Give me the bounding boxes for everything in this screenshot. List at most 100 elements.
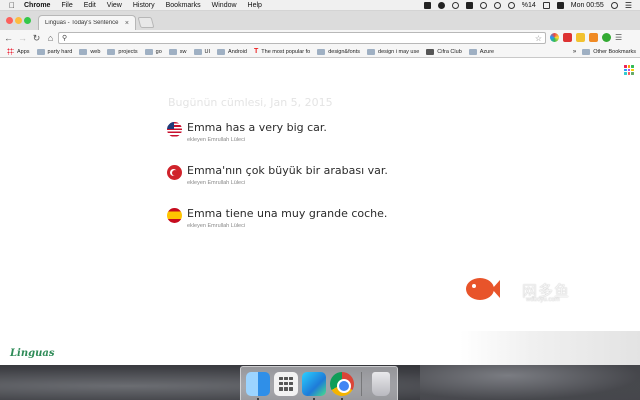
- sentence-english: Emma has a very big car. ekleyen Emrulla…: [167, 121, 327, 143]
- bookmark-item[interactable]: party hard: [36, 48, 72, 55]
- spotlight-icon[interactable]: [610, 1, 618, 9]
- search-icon: ⚲: [62, 35, 68, 42]
- bookmarks-overflow-icon[interactable]: »: [573, 49, 576, 55]
- folder-icon: [144, 48, 153, 55]
- dropbox-icon[interactable]: [423, 1, 431, 9]
- reload-icon[interactable]: ↻: [31, 33, 42, 44]
- extension-red-badge-icon[interactable]: [563, 33, 572, 42]
- bookmark-label: sw: [179, 48, 187, 55]
- bookmark-item[interactable]: sw: [168, 48, 187, 55]
- sentence-author[interactable]: ekleyen Emrullah Lüleci: [187, 137, 327, 143]
- menu-file[interactable]: File: [61, 2, 72, 9]
- folder-icon: [468, 48, 477, 55]
- menu-view[interactable]: View: [107, 2, 122, 9]
- bookmark-item[interactable]: web: [79, 48, 101, 55]
- bookmark-item[interactable]: projects: [107, 48, 138, 55]
- browser-toolbar: ← → ↻ ⌂ ⚲ ☆ ☰: [0, 30, 640, 46]
- volume-icon[interactable]: [507, 1, 515, 9]
- extension-green-icon[interactable]: [602, 33, 611, 42]
- menu-bookmarks[interactable]: Bookmarks: [166, 2, 201, 9]
- new-tab-button[interactable]: [137, 17, 155, 28]
- sentence-turkish: Emma'nın çok büyük bir arabası var. ekle…: [167, 164, 388, 186]
- bookmarks-bar: Apps party hard web projects go sw UI Android T T…: [0, 46, 640, 58]
- folder-icon: [168, 48, 177, 55]
- bluetooth-icon[interactable]: [479, 1, 487, 9]
- notification-center-icon[interactable]: ☰: [625, 1, 632, 10]
- forward-arrow-icon[interactable]: →: [17, 33, 28, 44]
- watermark-overlay: [460, 331, 640, 365]
- bookmark-label: The most popular fo: [261, 48, 311, 55]
- bookmark-item[interactable]: UI: [193, 48, 210, 55]
- flag-icon[interactable]: [556, 1, 564, 9]
- launchpad-icon[interactable]: [274, 371, 298, 396]
- tab-linguas[interactable]: Linguas - Today's Sentence ×: [38, 15, 136, 30]
- bookmark-item[interactable]: T The most popular fo: [254, 48, 310, 55]
- address-input[interactable]: [69, 33, 535, 43]
- tray-square-icon[interactable]: [465, 1, 473, 9]
- window-close-button[interactable]: [6, 17, 13, 24]
- folder-icon: [367, 48, 376, 55]
- extension-icons: ☰: [550, 33, 622, 42]
- home-icon[interactable]: ⌂: [45, 33, 56, 44]
- chrome-icon[interactable]: [330, 371, 354, 400]
- us-flag-icon: [167, 122, 182, 137]
- bookmark-item[interactable]: Cifra Club: [426, 48, 462, 55]
- bookmark-label: web: [90, 48, 101, 55]
- menu-history[interactable]: History: [133, 2, 155, 9]
- extension-rss-icon[interactable]: [589, 33, 598, 42]
- wifi-icon[interactable]: [493, 1, 501, 9]
- watermark-url: wduoyu.com: [526, 297, 560, 303]
- menu-edit[interactable]: Edit: [84, 2, 96, 9]
- bookmark-item[interactable]: Android: [217, 48, 247, 55]
- bookmark-item[interactable]: design i may use: [367, 48, 419, 55]
- macos-menu-bar:  Chrome File Edit View History Bookmark…: [0, 0, 640, 11]
- tab-title: Linguas - Today's Sentence: [45, 20, 119, 26]
- menubar-clock[interactable]: Mon 00:55: [571, 2, 604, 9]
- bookmark-label: Cifra Club: [437, 48, 462, 55]
- sentence-author[interactable]: ekleyen Emrullah Lüleci: [187, 223, 387, 229]
- other-bookmarks-label: Other Bookmarks: [593, 48, 636, 55]
- spain-flag-icon: [167, 208, 182, 223]
- folder-icon: [79, 48, 88, 55]
- window-minimize-button[interactable]: [15, 17, 22, 24]
- address-bar[interactable]: ⚲ ☆: [58, 32, 546, 44]
- time-machine-icon[interactable]: [451, 1, 459, 9]
- tab-close-icon[interactable]: ×: [125, 20, 129, 27]
- bookmark-item[interactable]: go: [144, 48, 162, 55]
- bookmark-label: Android: [228, 48, 247, 55]
- battery-percent[interactable]: %14: [522, 2, 536, 9]
- apple-menu-icon[interactable]: : [6, 1, 18, 10]
- tray-app-icon[interactable]: [437, 1, 445, 9]
- extension-colorwheel-icon[interactable]: [550, 33, 559, 42]
- bookmark-label: Apps: [17, 48, 30, 55]
- app-menu-chrome[interactable]: Chrome: [24, 2, 50, 9]
- other-bookmarks[interactable]: » Other Bookmarks: [573, 48, 636, 55]
- cifra-club-icon: [426, 48, 435, 55]
- back-arrow-icon[interactable]: ←: [3, 33, 14, 44]
- tab-strip: Linguas - Today's Sentence ×: [0, 11, 640, 30]
- fish-logo-icon: [466, 278, 500, 300]
- bookmark-label: design&fonts: [328, 48, 361, 55]
- bookmark-star-icon[interactable]: ☆: [535, 34, 542, 43]
- bookmark-item[interactable]: design&fonts: [317, 48, 361, 55]
- menu-help[interactable]: Help: [248, 2, 262, 9]
- sentence-text: Emma tiene una muy grande coche.: [187, 207, 388, 220]
- bookmark-label: projects: [118, 48, 138, 55]
- sentence-spanish: Emma tiene una muy grande coche. ekleyen…: [167, 207, 387, 229]
- bookmark-item[interactable]: Apps: [7, 48, 30, 55]
- menu-window[interactable]: Window: [212, 2, 237, 9]
- app-launcher-icon[interactable]: [624, 65, 634, 75]
- sentence-author[interactable]: ekleyen Emrullah Lüleci: [187, 180, 388, 186]
- extension-yellow-icon[interactable]: [576, 33, 585, 42]
- finder-icon[interactable]: [246, 371, 270, 400]
- battery-icon[interactable]: [542, 1, 550, 9]
- webstorm-icon[interactable]: [302, 371, 326, 400]
- sentence-text: Emma'nın çok büyük bir arabası var.: [187, 164, 388, 177]
- linguas-logo[interactable]: Linguas: [10, 348, 54, 359]
- bookmark-item[interactable]: Azure: [468, 48, 494, 55]
- chrome-menu-icon[interactable]: ☰: [615, 33, 622, 42]
- folder-icon: [193, 48, 202, 55]
- window-zoom-button[interactable]: [24, 17, 31, 24]
- trello-t-icon: T: [254, 48, 259, 55]
- trash-icon[interactable]: [372, 371, 390, 396]
